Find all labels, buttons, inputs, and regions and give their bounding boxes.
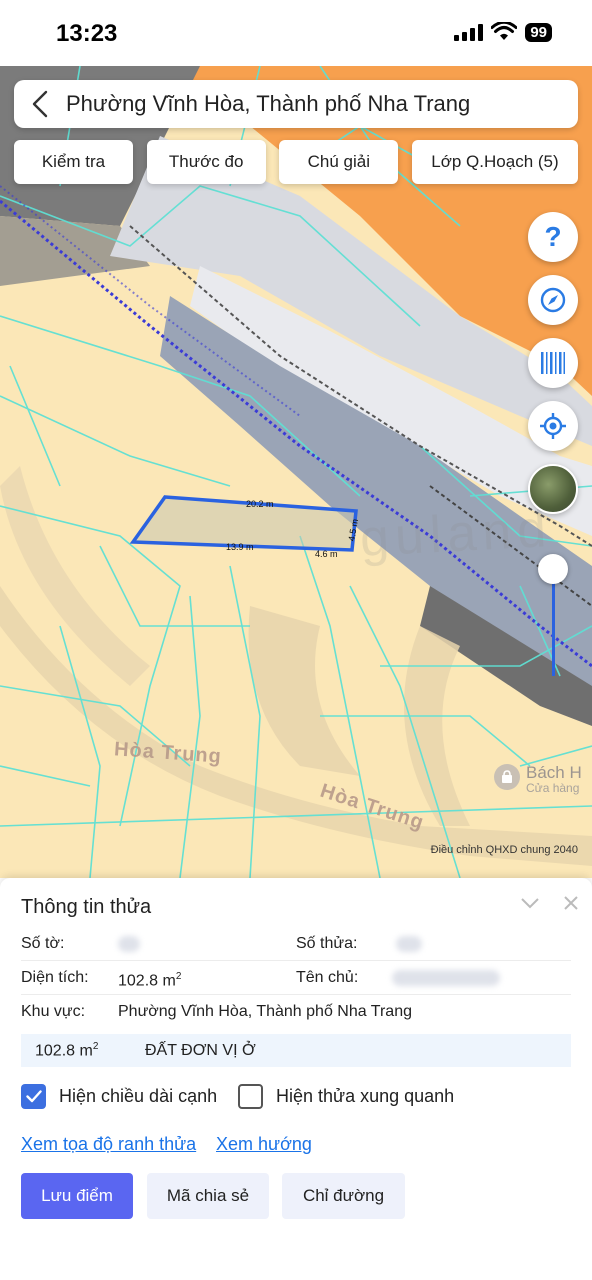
legend-button[interactable]: Chú giải: [279, 140, 399, 184]
status-icons: 99: [454, 22, 552, 42]
share-code-button[interactable]: Mã chia sẻ: [147, 1173, 269, 1219]
directions-button[interactable]: Chỉ đường: [282, 1173, 405, 1219]
save-point-button[interactable]: Lưu điểm: [21, 1173, 133, 1219]
sheet-number-label: Số tờ:: [21, 935, 65, 952]
store-icon: [494, 764, 520, 790]
sheet-number-value: [118, 935, 140, 953]
land-use-row: 102.8 m2 ĐẤT ĐƠN VỊ Ở: [21, 1034, 571, 1067]
show-edges-label: Hiện chiều dài cạnh: [59, 1086, 218, 1106]
parcel-edge-label-bottom-left: 13.9 m: [226, 542, 254, 552]
help-button[interactable]: ?: [528, 212, 578, 262]
my-location-button[interactable]: [528, 401, 578, 451]
boundary-coordinates-link[interactable]: Xem tọa độ ranh thửa: [21, 1134, 196, 1155]
status-bar: 13:23 99: [0, 0, 592, 66]
zone-value: Phường Vĩnh Hòa, Thành phố Nha Trang: [118, 1003, 412, 1020]
zone-label: Khu vực:: [21, 1003, 86, 1020]
parcel-edge-label-bottom-right: 4.6 m: [315, 549, 338, 559]
help-icon: ?: [544, 221, 562, 252]
wifi-icon: [491, 22, 518, 40]
land-use-area-superscript: 2: [92, 1040, 99, 1052]
collapse-chevron-icon[interactable]: [517, 890, 543, 916]
back-arrow-icon[interactable]: [20, 80, 60, 128]
land-use-type: ĐẤT ĐƠN VỊ Ở: [145, 1041, 256, 1059]
poi-subtitle: Cửa hàng: [526, 781, 580, 795]
map-view[interactable]: 20.2 m 4.5 m 13.9 m 4.6 m guland Hòa Tru…: [0, 66, 592, 878]
layer-opacity-track[interactable]: [552, 571, 555, 676]
area-label: Diện tích:: [21, 969, 89, 986]
panel-title: Thông tin thửa: [21, 896, 152, 918]
satellite-layer-button[interactable]: [528, 464, 578, 514]
owner-label: Tên chủ:: [296, 969, 359, 986]
land-use-area: 102.8 m2: [35, 1041, 145, 1060]
show-neighbors-label: Hiện thửa xung quanh: [276, 1086, 455, 1106]
barcode-scan-button[interactable]: [528, 338, 578, 388]
map-canvas: [0, 66, 592, 878]
divider: [21, 960, 571, 961]
divider: [21, 994, 571, 995]
show-edges-checkbox[interactable]: [21, 1084, 46, 1109]
parcel-info-panel: Thông tin thửa Số tờ: Số thửa: Diện tích…: [0, 878, 592, 1280]
check-button[interactable]: Kiểm tra: [14, 140, 133, 184]
compass-button[interactable]: [528, 275, 578, 325]
planning-layers-button[interactable]: Lớp Q.Hoạch (5): [411, 140, 578, 184]
battery-icon: 99: [525, 22, 552, 42]
area-number: 102.8 m: [118, 972, 176, 990]
measure-button[interactable]: Thước đo: [146, 140, 266, 184]
map-watermark: guland: [358, 500, 554, 568]
close-icon[interactable]: [558, 890, 584, 916]
area-value: 102.8 m2: [118, 971, 181, 990]
layer-opacity-handle[interactable]: [538, 554, 568, 584]
cellular-signal-icon: [454, 23, 484, 41]
compass-icon: [540, 287, 566, 313]
parcel-number-value: [396, 935, 422, 953]
barcode-icon: [541, 352, 565, 374]
area-unit-superscript: 2: [175, 971, 182, 982]
map-toolbar: Kiểm tra Thước đo Chú giải Lớp Q.Hoạch (…: [14, 140, 578, 184]
crosshair-location-icon: [540, 413, 566, 439]
show-neighbors-option[interactable]: Hiện thửa xung quanh: [238, 1084, 454, 1109]
view-direction-link[interactable]: Xem hướng: [216, 1134, 312, 1155]
location-bar[interactable]: Phường Vĩnh Hòa, Thành phố Nha Trang: [14, 80, 578, 128]
parcel-number-label: Số thửa:: [296, 935, 358, 952]
poi-marker[interactable]: Bách H Cửa hàng: [494, 764, 582, 795]
show-neighbors-checkbox[interactable]: [238, 1084, 263, 1109]
land-use-area-number: 102.8 m: [35, 1042, 93, 1060]
owner-value: [392, 969, 500, 987]
parcel-edge-label-top: 20.2 m: [246, 499, 274, 509]
status-time: 13:23: [56, 20, 118, 47]
poi-name: Bách H: [526, 763, 582, 782]
checkmark-icon: [25, 1090, 42, 1103]
location-title: Phường Vĩnh Hòa, Thành phố Nha Trang: [66, 91, 471, 116]
show-edges-option[interactable]: Hiện chiều dài cạnh: [21, 1084, 217, 1109]
planning-note: Điều chỉnh QHXD chung 2040: [430, 844, 578, 856]
